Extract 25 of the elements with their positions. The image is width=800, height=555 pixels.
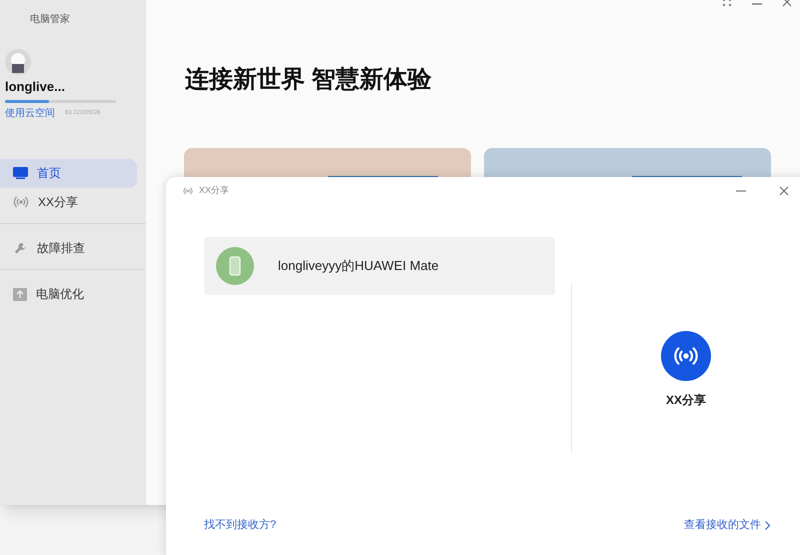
dialog-title: XX分享 (199, 184, 230, 198)
close-icon[interactable] (779, 186, 789, 196)
cloud-space-link[interactable]: 使用云空间 (5, 106, 55, 120)
nav-item[interactable]: 故障排查 (0, 234, 137, 262)
share-button[interactable] (661, 331, 711, 381)
monitor-icon (13, 167, 28, 179)
device-item[interactable]: longliveyyy的HUAWEI Mate (204, 237, 555, 295)
nav-item[interactable]: XX分享 (0, 188, 137, 216)
phone-icon (216, 247, 254, 285)
help-link[interactable]: 找不到接收方? (204, 516, 276, 534)
broadcast-icon (183, 186, 193, 196)
chevron-icon (765, 520, 770, 530)
broadcast-icon (13, 194, 29, 210)
upload-icon (13, 288, 27, 300)
user-name: longlive... (5, 78, 66, 96)
avatar (5, 49, 31, 75)
grid-icon[interactable] (722, 0, 732, 7)
share-label: XX分享 (666, 392, 706, 409)
view-files-link[interactable]: 查看接收的文件 (684, 516, 770, 534)
nav-item[interactable]: 电脑优化 (0, 280, 137, 308)
wrench-icon (13, 240, 28, 256)
app-title: 电脑管家 (30, 12, 71, 27)
close-icon[interactable] (782, 0, 792, 7)
nav-item[interactable]: 首页 (0, 158, 137, 188)
headline: 连接新世界 智慧新体验 (185, 65, 433, 95)
